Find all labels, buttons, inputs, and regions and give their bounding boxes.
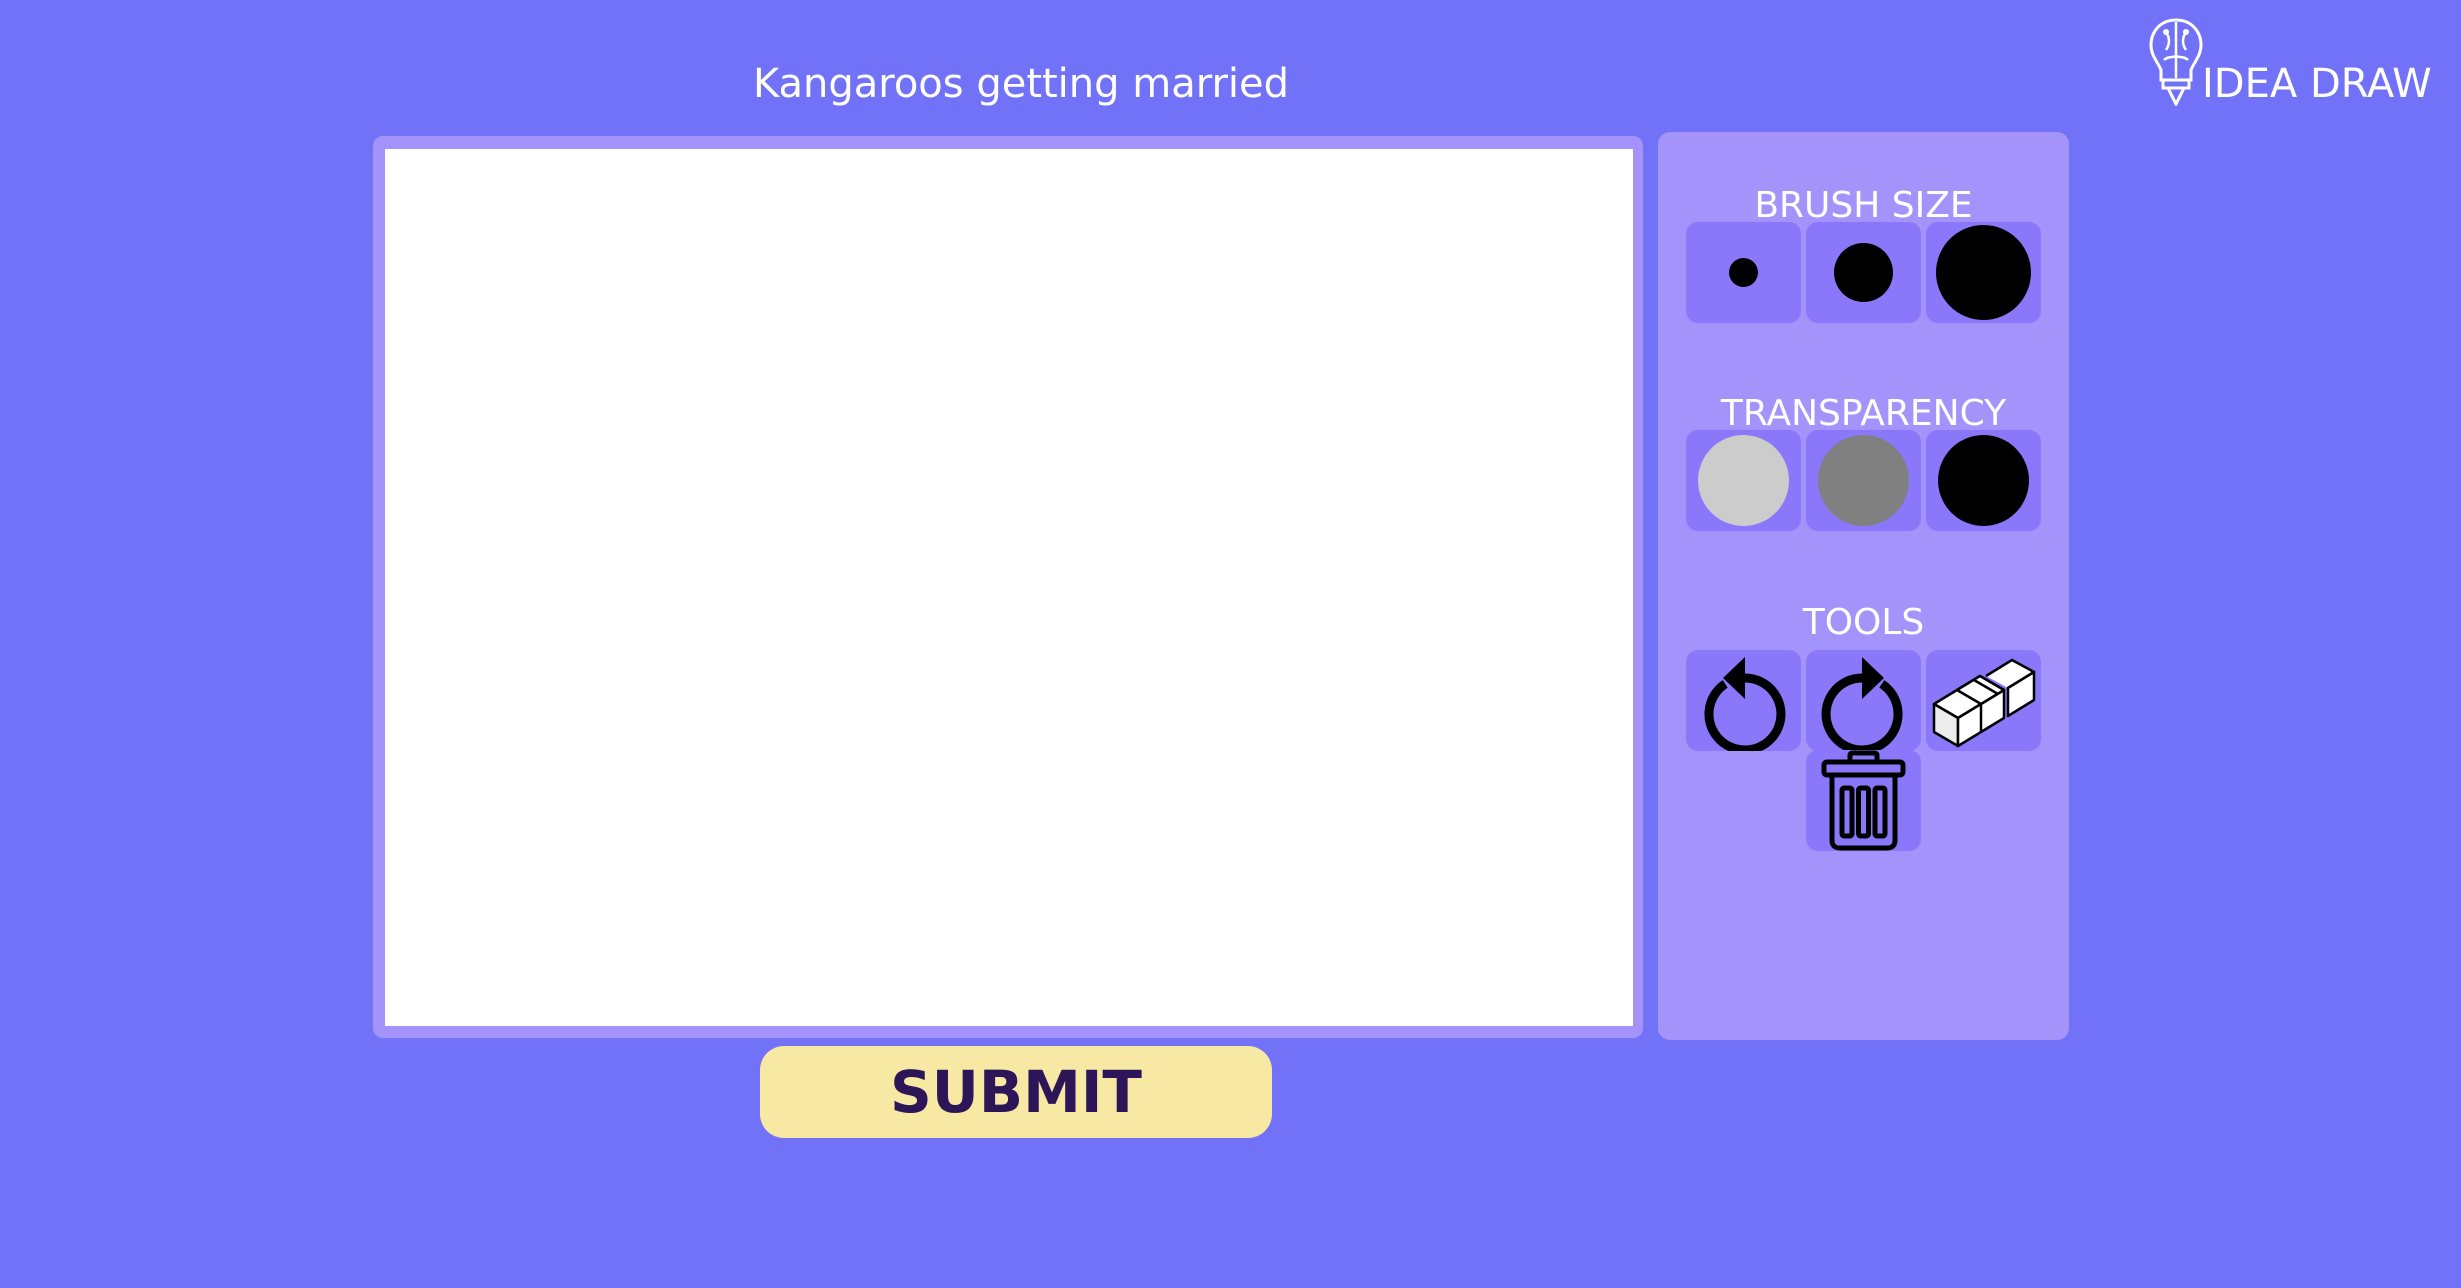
drawing-prompt: Kangaroos getting married (752, 61, 1290, 107)
transparency-medium-button[interactable] (1806, 430, 1921, 531)
large-dot-icon (1936, 225, 2031, 320)
transparency-opaque-button[interactable] (1926, 430, 2041, 531)
medium-dot-icon (1834, 243, 1893, 302)
redo-icon (1821, 657, 1903, 751)
eraser-button[interactable] (1926, 650, 2041, 751)
drawing-canvas[interactable] (385, 149, 1633, 1026)
brush-size-small-button[interactable] (1686, 222, 1801, 323)
redo-button[interactable] (1806, 650, 1921, 751)
medium-circle-icon (1818, 435, 1909, 526)
tools-title: TOOLS (1802, 602, 1925, 643)
eraser-icon (1932, 658, 2036, 748)
undo-icon (1704, 657, 1786, 751)
submit-button[interactable]: SUBMIT (760, 1046, 1272, 1138)
trash-icon (1821, 750, 1906, 851)
undo-button[interactable] (1686, 650, 1801, 751)
brush-size-medium-button[interactable] (1806, 222, 1921, 323)
lightbulb-brain-icon (2149, 18, 2203, 106)
light-circle-icon (1698, 435, 1789, 526)
tool-panel: BRUSH SIZE TRANSPARENCY TOOLS (1658, 132, 2069, 1040)
idea-draw-logo: IDEA DRAW (2146, 16, 2446, 106)
opaque-circle-icon (1938, 435, 2029, 526)
small-dot-icon (1729, 258, 1758, 287)
brush-size-large-button[interactable] (1926, 222, 2041, 323)
canvas-frame (373, 136, 1643, 1038)
transparency-light-button[interactable] (1686, 430, 1801, 531)
clear-canvas-button[interactable] (1806, 750, 1921, 851)
logo-text: IDEA DRAW (2202, 61, 2432, 107)
